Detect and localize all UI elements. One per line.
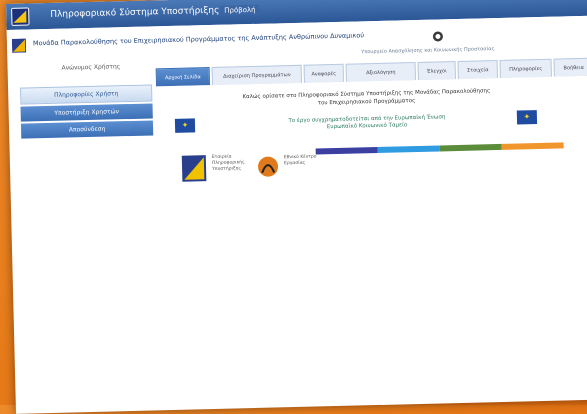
color-strip: [315, 142, 564, 155]
page-title: Μονάδα Παρακολούθησης του Επιχειρησιακού…: [32, 31, 365, 48]
sidebar-item-user-info[interactable]: Πληροφορίες Χρήστη: [20, 84, 153, 105]
eu-flag-icon-right: ✦: [516, 110, 538, 125]
eu-flag-icon: ✦: [174, 118, 196, 133]
tab-help[interactable]: Βοήθεια: [553, 57, 587, 78]
sidebar: Πληροφορίες Χρήστη Υποστήριξη Χρηστών Απ…: [20, 84, 154, 140]
tab-data[interactable]: Στοιχεία: [457, 60, 498, 80]
strip-segment-3: [439, 143, 502, 152]
tab-reports[interactable]: Αναφορές: [303, 63, 345, 84]
sidebar-item-logout[interactable]: Αποσύνδεση: [20, 120, 154, 139]
partner-logo-2: [256, 153, 281, 184]
main-content: Καλώς ορίσατε στο Πληροφοριακό Σύστημα Υ…: [156, 75, 587, 407]
strip-segment-4: [501, 142, 564, 150]
app-logo-icon: [11, 7, 30, 26]
window-title: Πληροφοριακό Σύστημα Υποστήριξης: [50, 5, 220, 20]
user-label: Ανώνυμος Χρήστης: [61, 63, 121, 72]
partner-logo-1: [180, 153, 209, 188]
view-menu[interactable]: Πρόβολή: [220, 4, 260, 16]
org-icon: [11, 38, 27, 53]
partner-1-text: Εταιρεία Πληροφορικής Υποστήριξης: [211, 154, 245, 173]
sidebar-item-support[interactable]: Υποστήριξη Χρηστών: [20, 103, 153, 122]
page-subtitle: Υπουργείο Απασχόλησης και Κοινωνικής Προ…: [361, 46, 495, 56]
globe-icon[interactable]: [432, 27, 444, 42]
strip-segment-2: [377, 145, 440, 153]
partner-2-text: Εθνικό Κέντρο Εργασίας: [283, 154, 317, 167]
strip-segment-1: [315, 146, 378, 155]
tab-checks[interactable]: Έλεγχοι: [417, 61, 456, 81]
app-window: Πληροφοριακό Σύστημα Υποστήριξης Πρόβολή…: [6, 0, 587, 414]
